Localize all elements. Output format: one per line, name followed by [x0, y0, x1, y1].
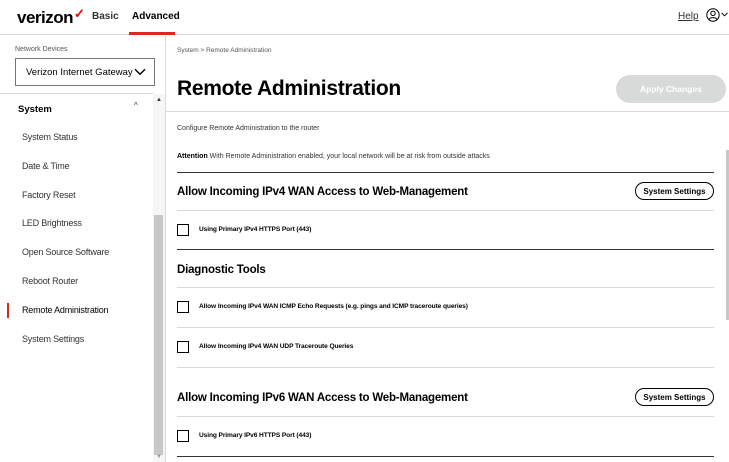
- row-divider: [177, 416, 714, 417]
- row-divider: [177, 210, 714, 211]
- tab-basic[interactable]: Basic: [92, 11, 119, 22]
- help-link[interactable]: Help: [678, 11, 699, 22]
- ipv4-system-settings-button[interactable]: System Settings: [635, 182, 714, 200]
- ipv4-https-port-label: Using Primary IPv4 HTTPS Port (443): [199, 226, 312, 233]
- ipv6-section-title: Allow Incoming IPv6 WAN Access to Web-Ma…: [177, 392, 468, 404]
- network-device-select[interactable]: Verizon Internet Gateway: [15, 58, 155, 86]
- attention-note: Attention With Remote Administration ena…: [177, 153, 490, 160]
- ipv6-https-port-label: Using Primary IPv6 HTTPS Port (443): [199, 432, 312, 439]
- header-divider: [166, 111, 729, 112]
- section-divider: [177, 172, 714, 173]
- attention-label: Attention: [177, 153, 208, 160]
- sidebar-item-date-time[interactable]: Date & Time: [22, 161, 70, 171]
- scroll-down-arrow-icon[interactable]: ▼: [156, 454, 162, 460]
- section-divider: [177, 249, 714, 250]
- sidebar-item-remote-administration[interactable]: Remote Administration: [22, 305, 109, 315]
- sidebar-item-reboot-router[interactable]: Reboot Router: [22, 276, 78, 286]
- udp-traceroute-label: Allow Incoming IPv4 WAN UDP Traceroute Q…: [199, 343, 354, 350]
- sidebar-border: [165, 36, 166, 462]
- chevron-up-icon[interactable]: ^: [134, 101, 138, 110]
- sidebar-scrollbar-thumb[interactable]: [154, 215, 163, 455]
- icmp-echo-label: Allow Incoming IPv4 WAN ICMP Echo Reques…: [199, 303, 468, 310]
- apply-changes-button[interactable]: Apply Changes: [616, 75, 726, 103]
- page-description: Configure Remote Administration to the r…: [177, 125, 320, 132]
- icmp-echo-checkbox[interactable]: [177, 301, 189, 313]
- sidebar-section-system[interactable]: System: [18, 104, 52, 115]
- breadcrumb: System > Remote Administration: [177, 47, 272, 54]
- sidebar-item-system-settings[interactable]: System Settings: [22, 334, 84, 344]
- verizon-logo[interactable]: verizon✓: [17, 6, 85, 28]
- section-divider: [177, 456, 714, 457]
- user-account-icon[interactable]: [706, 8, 720, 22]
- udp-traceroute-checkbox[interactable]: [177, 341, 189, 353]
- ipv6-https-port-checkbox[interactable]: [177, 430, 189, 442]
- active-tab-indicator: [129, 32, 175, 35]
- row-divider: [177, 287, 714, 288]
- tab-advanced[interactable]: Advanced: [132, 11, 180, 22]
- row-divider: [177, 367, 714, 368]
- row-divider: [177, 327, 714, 328]
- network-devices-label: Network Devices: [15, 46, 68, 53]
- sidebar-divider: [0, 93, 153, 94]
- ipv6-system-settings-button[interactable]: System Settings: [635, 388, 714, 406]
- top-bar: verizon✓ Basic Advanced Help: [0, 0, 729, 35]
- network-device-value: Verizon Internet Gateway: [26, 66, 133, 78]
- attention-text: With Remote Administration enabled, your…: [209, 153, 490, 160]
- logo-check-mark: ✓: [74, 6, 85, 21]
- chevron-down-icon: [134, 68, 146, 76]
- scroll-up-arrow-icon[interactable]: ▲: [156, 97, 162, 103]
- sidebar-item-led-brightness[interactable]: LED Brightness: [22, 218, 82, 228]
- diagnostic-tools-title: Diagnostic Tools: [177, 264, 266, 276]
- ipv4-https-port-checkbox[interactable]: [177, 224, 189, 236]
- ipv4-section-title: Allow Incoming IPv4 WAN Access to Web-Ma…: [177, 186, 468, 198]
- sidebar-item-factory-reset[interactable]: Factory Reset: [22, 190, 76, 200]
- page-title: Remote Administration: [177, 77, 401, 100]
- sidebar-item-system-status[interactable]: System Status: [22, 132, 78, 142]
- chevron-down-icon[interactable]: [721, 12, 728, 17]
- active-item-indicator: [7, 303, 9, 318]
- sidebar-item-open-source-software[interactable]: Open Source Software: [22, 247, 109, 257]
